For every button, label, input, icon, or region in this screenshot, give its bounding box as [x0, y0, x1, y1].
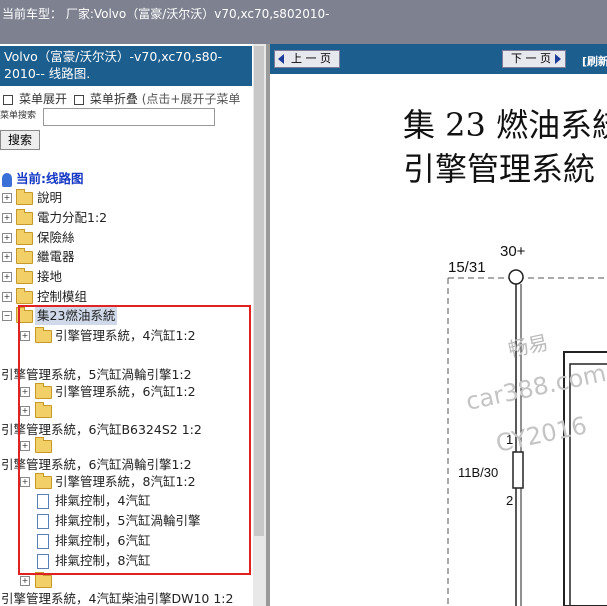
tree-item-label: 引擎管理系統，4汽缸柴油引擎DW10 1:2: [1, 591, 234, 606]
tree-item-label: 引擎管理系統，4汽缸1:2: [55, 328, 196, 343]
expand-plus-icon[interactable]: +: [2, 193, 12, 203]
terminal-label: 30+: [500, 243, 526, 260]
expand-plus-icon[interactable]: +: [20, 406, 30, 416]
fuse-symbol-icon: [512, 451, 524, 489]
folder-icon: [35, 402, 52, 418]
document-icon: [37, 534, 49, 549]
current-node[interactable]: 当前:线路图: [2, 168, 84, 187]
expand-plus-icon[interactable]: +: [20, 387, 30, 397]
tree-item-label: 電力分配1:2: [37, 210, 108, 225]
tree-item-label: 排氣控制，5汽缸渦輪引擎: [55, 513, 201, 528]
tree-item-label: 繼電器: [37, 249, 75, 264]
next-page-button[interactable]: 下 一 页: [502, 50, 566, 68]
window-title: 当前车型： 厂家:Volvo（富豪/沃尔沃）v70,xc70,s802010-: [2, 7, 330, 21]
folder-icon: [16, 189, 33, 205]
refresh-link[interactable]: [刷新: [582, 53, 607, 69]
document-icon: [37, 494, 49, 509]
folder-icon: [16, 209, 33, 225]
scrollbar-thumb[interactable]: [254, 46, 264, 536]
folder-icon: [35, 327, 52, 343]
expand-checkbox-icon[interactable]: [3, 94, 13, 105]
location-pin-icon: [2, 172, 12, 187]
tree-item-label: 說明: [37, 190, 63, 205]
tree-item-label: 排氣控制，8汽缸: [55, 553, 151, 568]
folder-icon: [35, 437, 52, 453]
diagram-title-line1: 集 23 燃油系統: [403, 106, 607, 144]
expand-plus-icon[interactable]: +: [2, 292, 12, 302]
left-panel-scrollbar[interactable]: [253, 44, 266, 606]
terminal-node-icon: [508, 269, 524, 285]
search-row: 菜单搜索: [0, 108, 215, 126]
expand-plus-icon[interactable]: +: [2, 272, 12, 282]
next-page-label: 下 一 页: [511, 52, 551, 65]
watermark-text-1: 畅易: [506, 330, 550, 362]
folder-icon: [16, 229, 33, 245]
fuse-ref-label: 15/31: [448, 259, 486, 276]
expand-plus-icon[interactable]: +: [2, 233, 12, 243]
folder-icon: [16, 288, 33, 304]
folder-icon: [35, 383, 52, 399]
pin2-label: 2: [506, 493, 513, 508]
tree-item-label: 接地: [37, 269, 63, 284]
expand-plus-icon[interactable]: +: [20, 477, 30, 487]
tree-item-label: 控制模组: [37, 289, 88, 304]
watermark-text-2: car388.com: [463, 359, 607, 416]
document-icon: [37, 554, 49, 569]
watermark-text-3: CY2016: [493, 411, 589, 458]
expand-plus-icon[interactable]: +: [2, 252, 12, 262]
search-button[interactable]: 搜索: [0, 130, 40, 150]
expand-plus-icon[interactable]: +: [20, 331, 30, 341]
tree-item-label-selected: 集23燃油系統: [35, 306, 118, 325]
folder-icon: [16, 248, 33, 264]
expand-plus-icon[interactable]: +: [20, 576, 30, 586]
left-panel-title: Volvo（富豪/沃尔沃）-v70,xc70,s80-2010-- 线路图.: [0, 46, 252, 86]
menu-expand-link[interactable]: 菜单展开: [19, 92, 67, 106]
folder-icon: [35, 473, 52, 489]
expand-plus-icon[interactable]: +: [20, 441, 30, 451]
tree-item-label: 引擎管理系統，6汽缸B6324S2 1:2: [1, 422, 202, 437]
right-panel: 上 一 页 下 一 页 [刷新 集 23 燃油系統 引擎管理系統 30+ 15/…: [270, 44, 607, 606]
menu-controls: 菜单展开 菜单折叠 (点击+展开子菜单: [0, 90, 240, 107]
search-input[interactable]: [43, 108, 215, 126]
tree-item-label: 引擎管理系統，8汽缸1:2: [55, 474, 196, 489]
tree-item-label: 排氣控制，4汽缸: [55, 493, 151, 508]
wiring-diagram: 集 23 燃油系統 引擎管理系統 30+ 15/31 1 11B/30 2 畅易…: [403, 106, 607, 606]
search-label: 菜单搜索: [0, 111, 37, 121]
current-node-label: 当前:线路图: [16, 171, 84, 186]
left-arrow-icon: [278, 54, 284, 64]
diagram-title-line2: 引擎管理系統: [403, 150, 595, 188]
tree-item-label: 排氣控制，6汽缸: [55, 533, 151, 548]
menu-collapse-link[interactable]: 菜单折叠: [90, 92, 138, 106]
left-panel: Volvo（富豪/沃尔沃）-v70,xc70,s80-2010-- 线路图. 菜…: [0, 44, 253, 606]
collapse-checkbox-icon[interactable]: [73, 94, 84, 105]
page-nav-bar: 上 一 页 下 一 页 [刷新: [270, 44, 607, 74]
folder-icon: [35, 572, 52, 588]
fuse-label: 11B/30: [458, 465, 498, 480]
title-bar: 当前车型： 厂家:Volvo（富豪/沃尔沃）v70,xc70,s802010-: [0, 0, 607, 44]
folder-icon: [16, 268, 33, 284]
open-folder-icon: [16, 307, 33, 323]
prev-page-label: 上 一 页: [291, 52, 331, 65]
prev-page-button[interactable]: 上 一 页: [274, 50, 340, 68]
module-inner-box: [569, 363, 607, 606]
right-arrow-icon: [555, 54, 561, 64]
collapse-minus-icon[interactable]: −: [2, 311, 12, 321]
tree-item-label: 保險絲: [37, 230, 75, 245]
expand-plus-icon[interactable]: +: [2, 213, 12, 223]
document-icon: [37, 514, 49, 529]
menu-hint: (点击+展开子菜单: [141, 92, 241, 106]
tree-item-label: 引擎管理系統，6汽缸1:2: [55, 384, 196, 399]
